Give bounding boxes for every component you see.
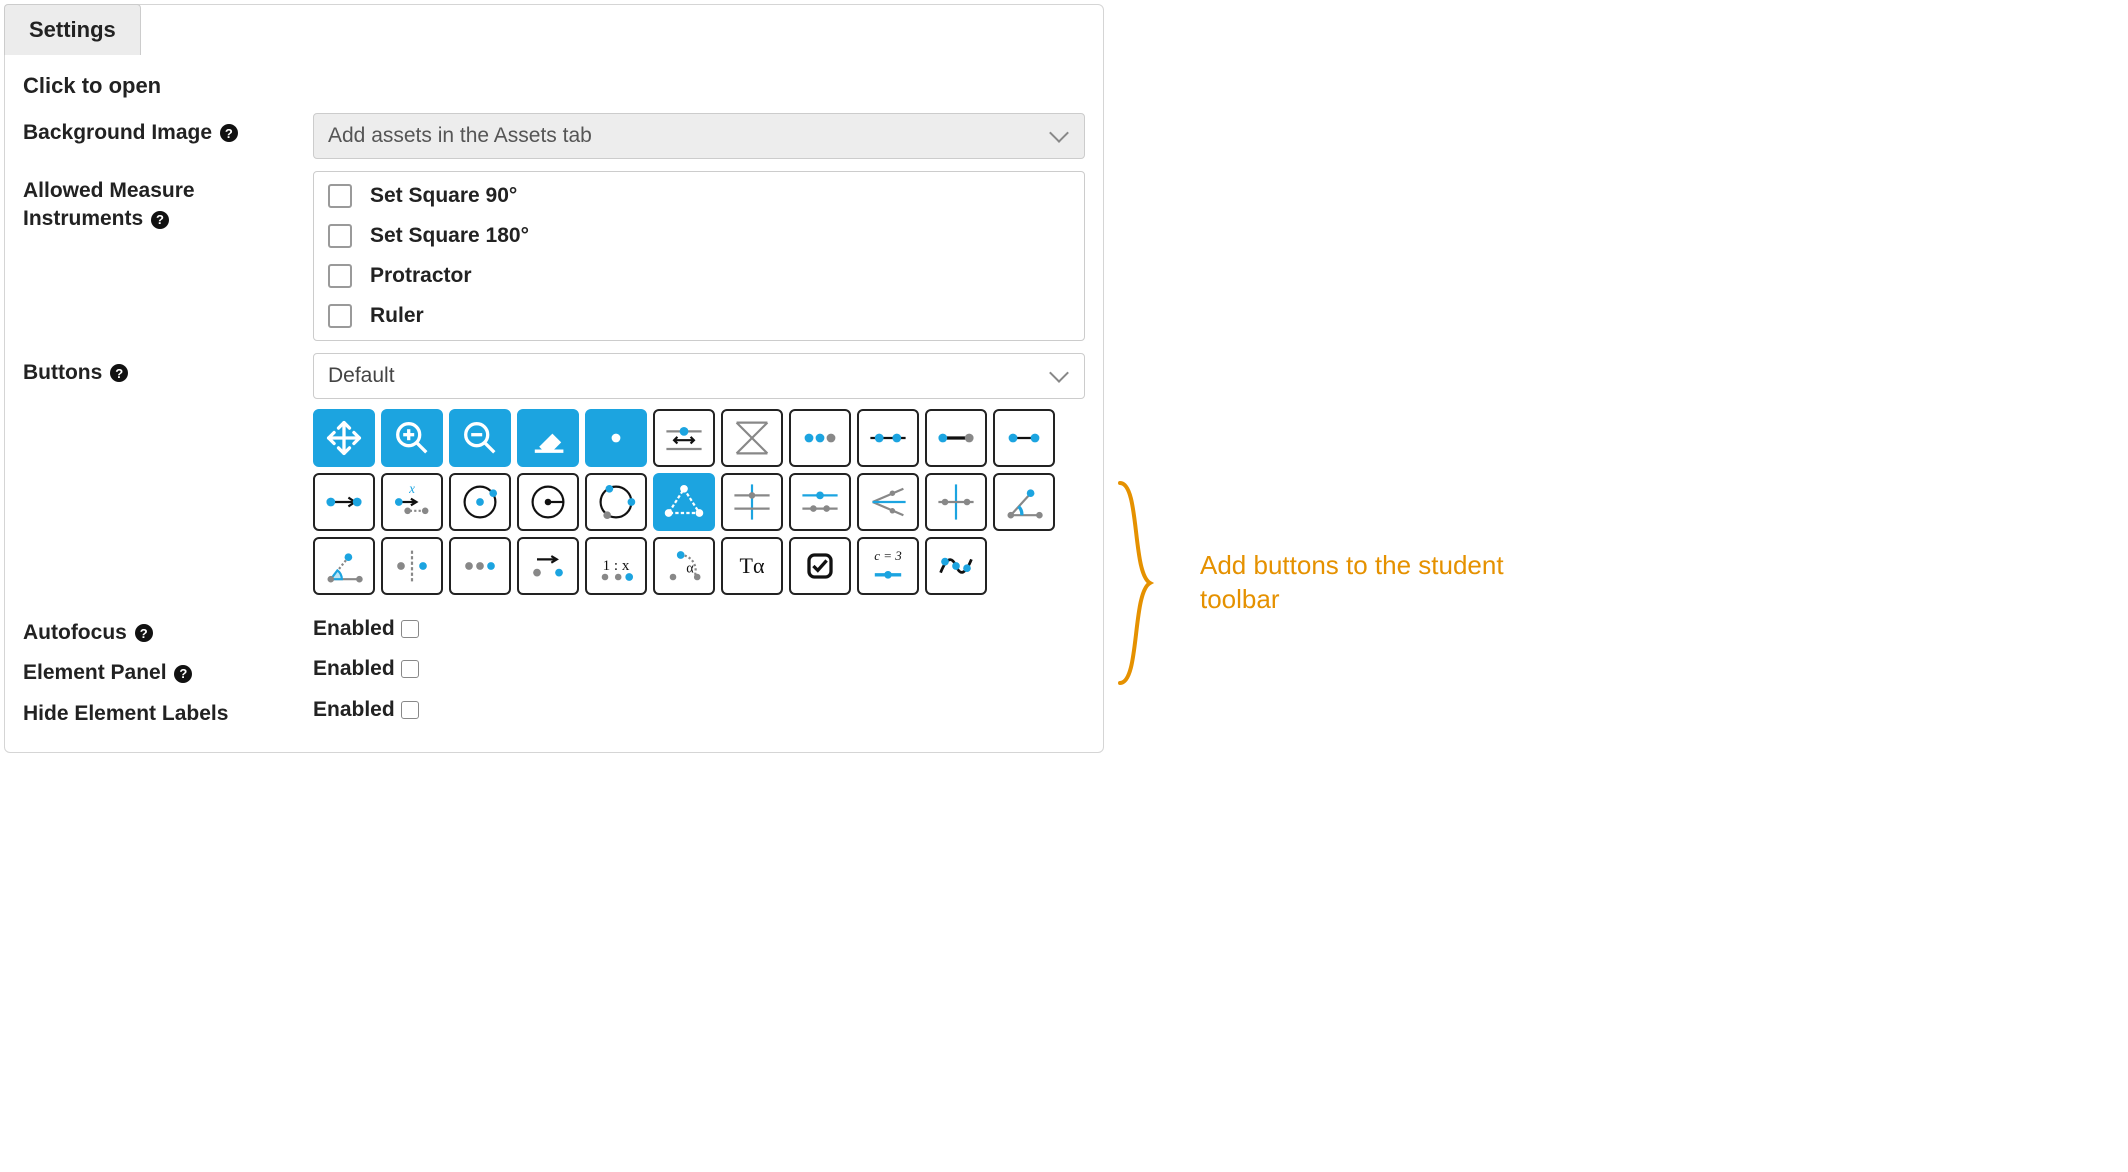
help-icon[interactable]: ?: [174, 665, 192, 683]
tab-label: Settings: [29, 17, 116, 42]
tool-circle-three-icon[interactable]: [585, 473, 647, 531]
tool-perpendicular-line-icon[interactable]: [925, 473, 987, 531]
tool-two-points-icon[interactable]: [993, 409, 1055, 467]
tool-slider-icon[interactable]: c = 3: [857, 537, 919, 595]
svg-text:α: α: [686, 561, 694, 577]
tool-function-icon[interactable]: [925, 537, 987, 595]
tool-zoom-in-icon[interactable]: [381, 409, 443, 467]
buttons-label: Buttons ?: [23, 353, 313, 387]
tool-parallel-icon[interactable]: [789, 473, 851, 531]
help-icon[interactable]: ?: [110, 364, 128, 382]
annotation-text: Add buttons to the student toolbar: [1200, 549, 1530, 617]
chevron-down-icon: [1049, 363, 1069, 383]
instrument-item: Ruler: [314, 296, 1084, 336]
tool-mirror-line-icon[interactable]: [381, 537, 443, 595]
background-image-label: Background Image ?: [23, 113, 313, 147]
checkbox-set-square-180[interactable]: [328, 224, 352, 248]
tool-line-two-points-icon[interactable]: [857, 409, 919, 467]
help-icon[interactable]: ?: [135, 624, 153, 642]
settings-panel: Settings Click to open Background Image …: [4, 4, 1104, 753]
tool-perpendicular-icon[interactable]: [721, 473, 783, 531]
hide-labels-label: Hide Element Labels: [23, 694, 313, 728]
tool-three-points-icon[interactable]: [789, 409, 851, 467]
tool-circle-radius-icon[interactable]: [517, 473, 579, 531]
autofocus-checkbox[interactable]: [401, 620, 419, 638]
instrument-item: Set Square 180°: [314, 216, 1084, 256]
select-placeholder: Add assets in the Assets tab: [328, 124, 592, 148]
tool-text-icon[interactable]: Tα: [721, 537, 783, 595]
checkbox-set-square-90[interactable]: [328, 184, 352, 208]
tool-checkbox-icon[interactable]: [789, 537, 851, 595]
tool-rotate-icon[interactable]: α: [653, 537, 715, 595]
help-icon[interactable]: ?: [220, 124, 238, 142]
tool-mirror-point-icon[interactable]: [449, 537, 511, 595]
hide-labels-checkbox[interactable]: [401, 701, 419, 719]
section-title: Click to open: [23, 73, 1085, 99]
tool-angle-fixed-icon[interactable]: [313, 537, 375, 595]
tool-move-icon[interactable]: [313, 409, 375, 467]
tool-intersect-icon[interactable]: [721, 409, 783, 467]
autofocus-label: Autofocus ?: [23, 613, 313, 647]
buttons-preset-select[interactable]: Default: [313, 353, 1085, 399]
tool-angle-icon[interactable]: [993, 473, 1055, 531]
tool-point-icon[interactable]: [585, 409, 647, 467]
select-value: Default: [328, 364, 395, 388]
button-grid: x: [313, 409, 1085, 595]
instrument-item: Set Square 90°: [314, 176, 1084, 216]
checkbox-ruler[interactable]: [328, 304, 352, 328]
tool-angle-bisector-icon[interactable]: [857, 473, 919, 531]
annotation: Add buttons to the student toolbar: [1110, 478, 1530, 688]
element-panel-label: Element Panel ?: [23, 653, 313, 687]
instruments-label: Allowed Measure Instruments ?: [23, 171, 313, 234]
tool-vector-from-point-icon[interactable]: x: [381, 473, 443, 531]
element-panel-checkbox[interactable]: [401, 660, 419, 678]
tool-vector-icon[interactable]: [313, 473, 375, 531]
tab-settings[interactable]: Settings: [4, 4, 141, 55]
checkbox-protractor[interactable]: [328, 264, 352, 288]
svg-text:x: x: [408, 481, 415, 496]
instruments-group: Set Square 90° Set Square 180° Protracto…: [313, 171, 1085, 341]
instrument-item: Protractor: [314, 256, 1084, 296]
chevron-down-icon: [1049, 123, 1069, 143]
tool-zoom-out-icon[interactable]: [449, 409, 511, 467]
tool-circle-center-icon[interactable]: [449, 473, 511, 531]
tool-point-on-object-icon[interactable]: [653, 409, 715, 467]
tool-segment-icon[interactable]: [925, 409, 987, 467]
tool-dilate-icon[interactable]: 1 : x: [585, 537, 647, 595]
background-image-select[interactable]: Add assets in the Assets tab: [313, 113, 1085, 159]
help-icon[interactable]: ?: [151, 211, 169, 229]
tool-polygon-icon[interactable]: [653, 473, 715, 531]
tool-eraser-icon[interactable]: [517, 409, 579, 467]
tool-translate-icon[interactable]: [517, 537, 579, 595]
